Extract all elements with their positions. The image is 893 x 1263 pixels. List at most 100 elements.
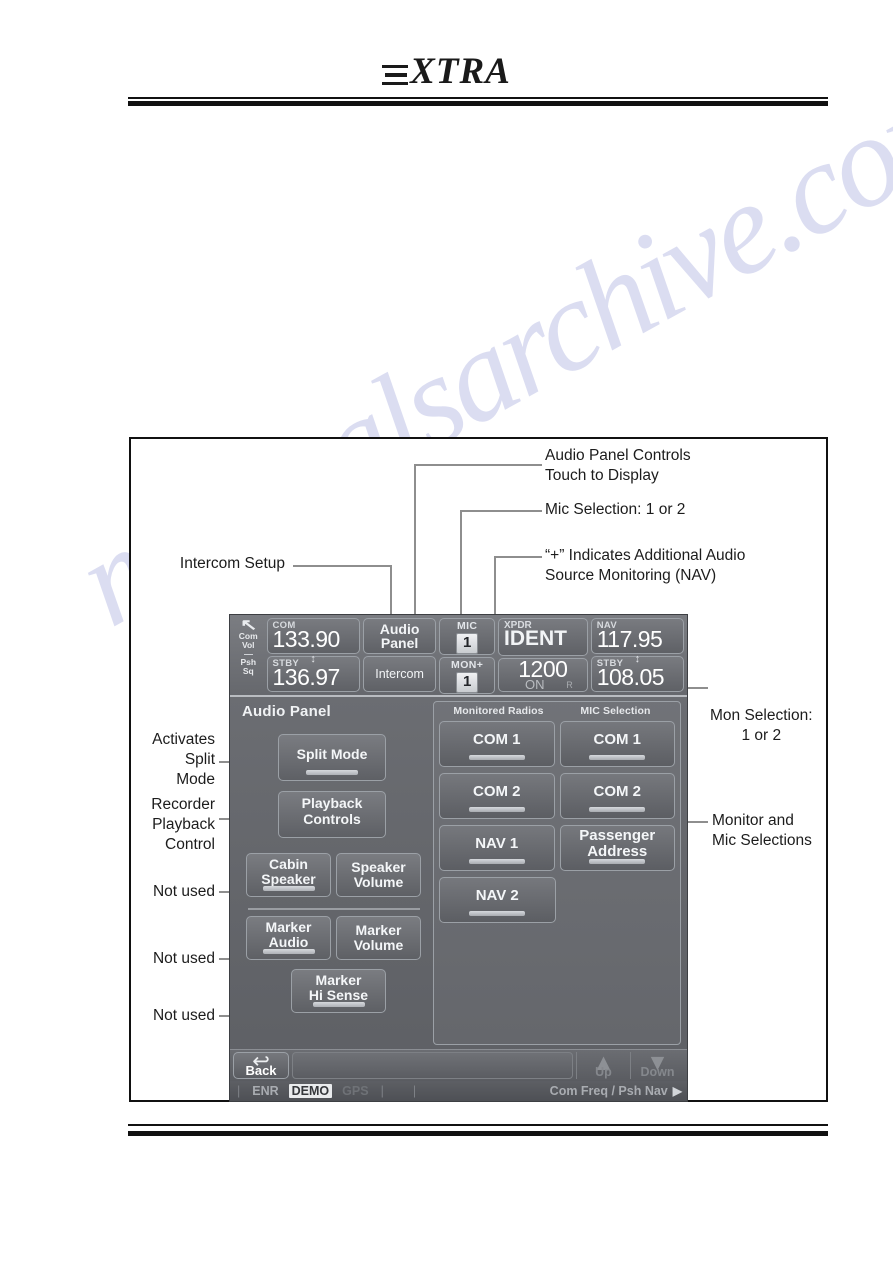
header-rule-thin	[128, 97, 828, 99]
callout-line: Mode	[176, 770, 215, 788]
marker-hi-sense-button[interactable]: Marker Hi Sense	[291, 969, 386, 1013]
playback-line2: Controls	[303, 810, 361, 827]
button-state-bar	[589, 859, 646, 864]
pane-divider	[248, 908, 420, 910]
button-state-bar	[469, 911, 526, 916]
callout-line: Not used	[152, 950, 215, 967]
xpdr-code-tile[interactable]: 1200 ON R	[497, 658, 588, 692]
down-label: Down	[640, 1065, 675, 1079]
callout-line: Split	[184, 750, 215, 768]
status-demo-badge: DEMO	[288, 1084, 333, 1098]
brand-text: XTRA	[410, 51, 511, 92]
mon-plus-icon: +	[476, 659, 484, 671]
audio-panel-group: Audio Panel Intercom	[362, 618, 437, 692]
bottom-bar-filler	[292, 1052, 573, 1079]
audio-panel-button[interactable]: Audio Panel	[362, 618, 437, 654]
callout-line: Source Monitoring (NAV)	[545, 566, 717, 584]
marker-volume-button[interactable]: Marker Volume	[336, 916, 421, 960]
com-frequency-group: COM 133.90 ↕ STBY 136.97	[266, 618, 360, 692]
mic-selection-header: MIC Selection	[580, 705, 651, 717]
monitor-mic-row: NAV 2	[439, 877, 675, 923]
nav-standby-value: 108.05	[596, 664, 665, 690]
device-body: Audio Panel Split Mode Playback Controls…	[230, 697, 687, 1049]
monitor-mic-headers: Monitored Radios MIC Selection	[434, 702, 680, 717]
split-mode-button[interactable]: Split Mode	[278, 734, 386, 781]
nav-active-value: 117.95	[596, 626, 663, 652]
com-active-frequency[interactable]: COM 133.90	[266, 618, 360, 654]
button-state-bar	[468, 807, 525, 812]
mon-selection-tile[interactable]: MON+ 1	[439, 657, 495, 694]
mic-empty-slot	[561, 877, 676, 923]
monitored-com1-button[interactable]: COM 1	[439, 721, 555, 767]
callout-line: Touch to Display	[545, 466, 659, 484]
button-state-bar	[262, 886, 315, 891]
leader-mic-h	[460, 510, 542, 512]
monitored-nav1-button[interactable]: NAV 1	[439, 825, 555, 871]
passenger-address-button[interactable]: Passenger Address	[559, 825, 675, 871]
marker-audio-line1: Marker	[265, 918, 312, 935]
button-state-bar	[589, 755, 646, 760]
status-tick: |	[412, 1084, 417, 1098]
button-state-bar	[312, 1002, 365, 1007]
mic-com2-label: COM 2	[593, 782, 641, 800]
mic-selection-tile[interactable]: MIC 1	[439, 618, 495, 655]
speaker-volume-button[interactable]: Speaker Volume	[336, 853, 421, 897]
passenger-address-line2: Address	[587, 843, 648, 860]
callout-mon-selection: Mon Selection: 1 or 2	[710, 706, 813, 746]
passenger-address-line1: Passenger	[579, 826, 656, 844]
back-button[interactable]: ↩ Back	[233, 1051, 289, 1079]
xpdr-ident-button[interactable]: XPDR IDENT	[497, 618, 588, 656]
leader-audio-panel-h	[414, 464, 542, 466]
xpdr-state: ON	[524, 677, 545, 692]
nav-frequency-group: NAV 117.95 ↕ STBY 108.05	[590, 618, 684, 692]
footer-rule-thin	[128, 1124, 828, 1126]
mic-com2-button[interactable]: COM 2	[559, 773, 675, 819]
speaker-volume-label: Speaker Volume	[351, 859, 405, 890]
passenger-address-label: Passenger Address	[579, 826, 656, 860]
leader-intercom-h	[293, 565, 392, 567]
marker-volume-line1: Marker	[355, 921, 402, 938]
knob-divider	[243, 653, 253, 656]
marker-audio-button[interactable]: Marker Audio	[246, 916, 331, 960]
nav-active-frequency[interactable]: NAV 117.95	[590, 618, 684, 654]
intercom-button[interactable]: Intercom	[362, 656, 437, 692]
button-state-bar	[468, 755, 525, 760]
monitored-com1-label: COM 1	[472, 730, 521, 748]
mic-value: 1	[456, 633, 479, 654]
audio-panel-left-pane: Audio Panel Split Mode Playback Controls…	[234, 701, 433, 1045]
playback-controls-button[interactable]: Playback Controls	[278, 791, 386, 838]
marker-volume-label: Marker Volume	[354, 921, 404, 953]
psh-sq-label-line2: Sq	[242, 666, 254, 677]
marker-audio-label: Marker Audio	[265, 918, 312, 950]
com-volume-knob-labels[interactable]: ↖ Com Vol Psh Sq	[233, 618, 264, 692]
marker-audio-line2: Audio	[268, 934, 309, 950]
mon-label: MON+	[451, 659, 483, 671]
audio-panel-button-line2: Panel	[380, 635, 419, 651]
monitored-nav2-button[interactable]: NAV 2	[439, 877, 556, 923]
callout-line: 1 or 2	[741, 726, 782, 744]
cabin-speaker-button[interactable]: Cabin Speaker	[246, 853, 331, 897]
footer-rule-thick	[128, 1131, 828, 1136]
callout-line: Control	[165, 835, 215, 853]
status-right-group[interactable]: Com Freq / Psh Nav ▶	[550, 1084, 687, 1098]
transfer-arrow-icon: ↖	[239, 617, 257, 634]
monitored-radios-header: Monitored Radios	[453, 705, 544, 717]
button-state-bar	[262, 949, 315, 954]
page-header: XTRA	[0, 0, 893, 110]
device-status-bar: | ENR DEMO GPS | | Com Freq / Psh Nav ▶	[230, 1081, 687, 1101]
monitor-mic-row: COM 1 COM 1	[439, 721, 675, 767]
mic-mon-group: MIC 1 MON+ 1	[439, 618, 495, 694]
mic-com1-button[interactable]: COM 1	[559, 721, 675, 767]
playback-line1: Playback	[301, 795, 363, 812]
down-button[interactable]: ▼ Down	[630, 1051, 684, 1079]
xpdr-r-flag: R	[566, 680, 573, 690]
header-rule-thick	[128, 101, 828, 106]
monitored-com2-button[interactable]: COM 2	[439, 773, 555, 819]
monitored-nav2-label: NAV 2	[475, 886, 519, 904]
status-enr: ENR	[252, 1084, 279, 1098]
up-button[interactable]: ▲ Up	[576, 1051, 630, 1079]
callout-recorder-playback: Recorder Playback Control	[118, 795, 215, 854]
marker-hi-sense-line2: Hi Sense	[308, 987, 369, 1003]
xpdr-group: XPDR IDENT 1200 ON R	[497, 618, 588, 692]
mic-label: MIC	[456, 620, 478, 632]
